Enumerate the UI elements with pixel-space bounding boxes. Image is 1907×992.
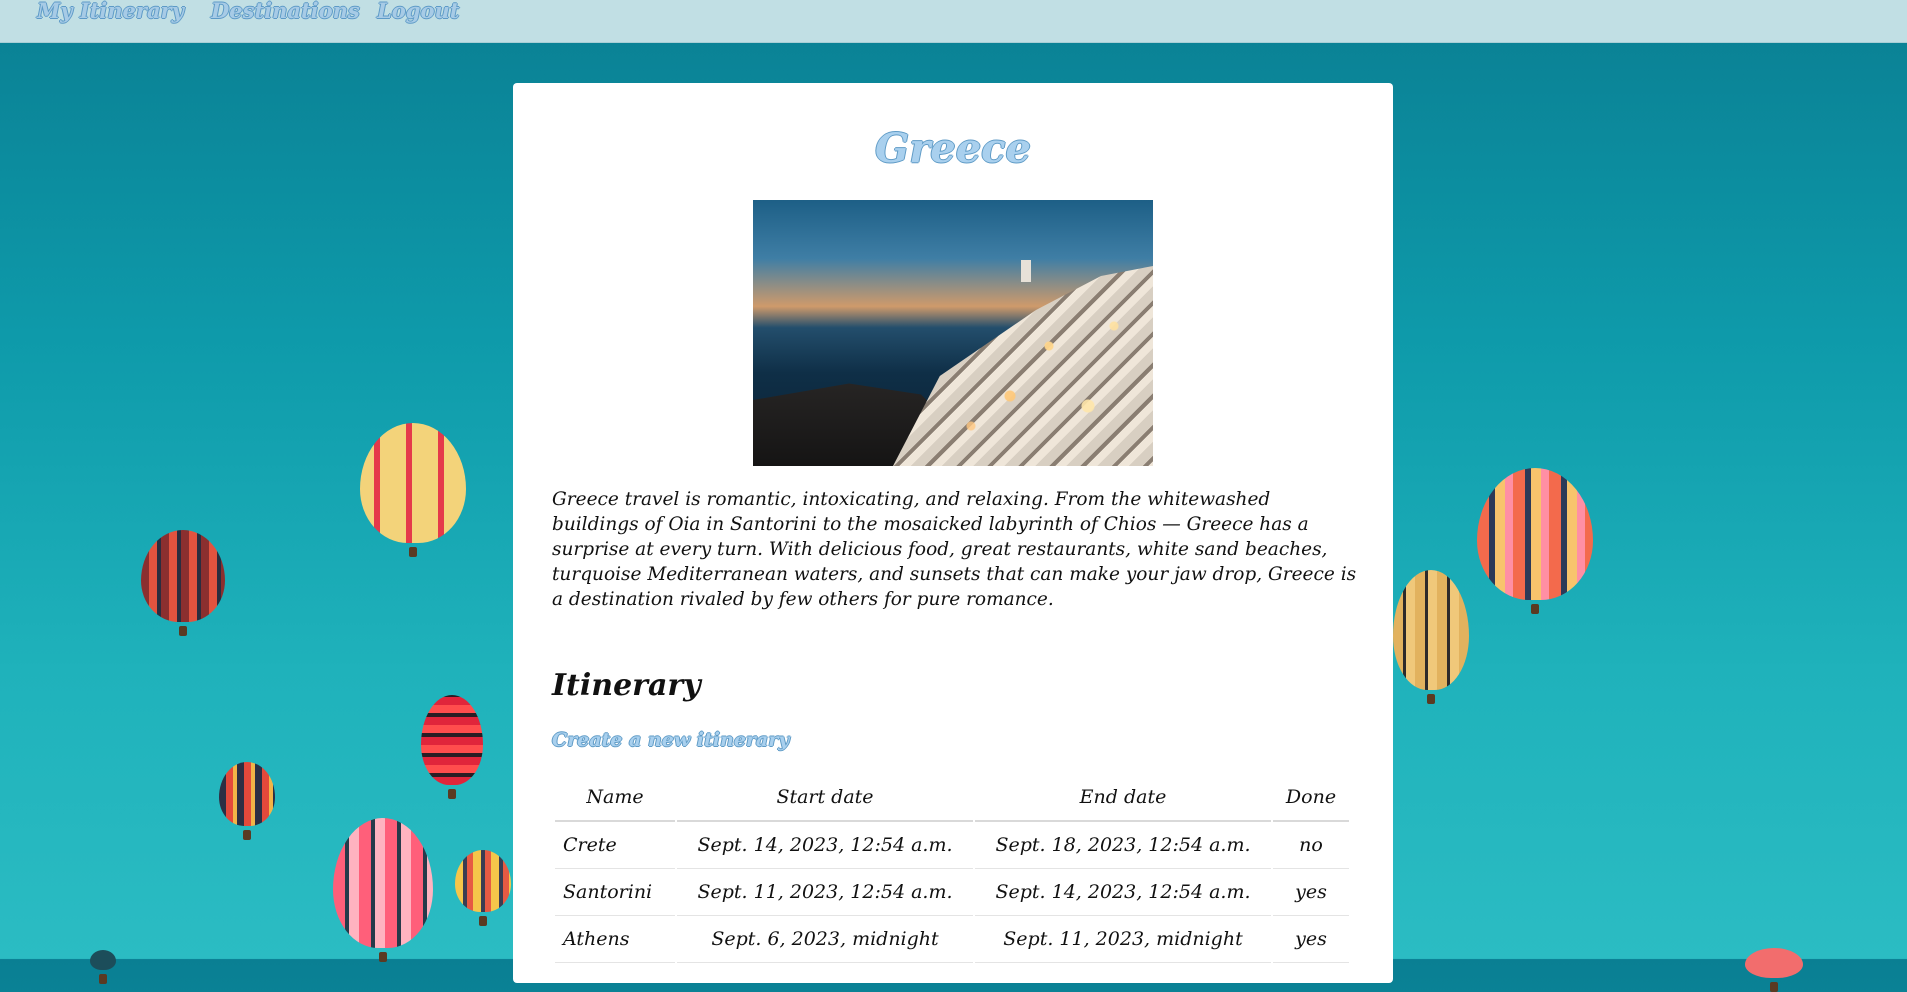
cell-done: no [1273, 822, 1349, 869]
balloon-image [1477, 468, 1593, 600]
photo-town [893, 266, 1153, 466]
column-header-end-date: End date [975, 773, 1271, 822]
balloon-image [1745, 948, 1803, 978]
itinerary-table: Name Start date End date Done Crete Sept… [553, 773, 1351, 963]
balloon-image [455, 850, 511, 912]
cell-start-date: Sept. 6, 2023, midnight [677, 916, 973, 963]
table-header-row: Name Start date End date Done [555, 773, 1349, 822]
destination-title: Greece [875, 125, 1031, 172]
top-navbar: My Itinerary Destinations Logout [0, 0, 1907, 43]
balloon-image [333, 818, 433, 948]
table-row[interactable]: Athens Sept. 6, 2023, midnight Sept. 11,… [555, 916, 1349, 963]
cell-done: yes [1273, 916, 1349, 963]
column-header-name: Name [555, 773, 675, 822]
balloon-image [421, 695, 483, 785]
nav-logout-link[interactable]: Logout [377, 0, 459, 22]
photo-windmill [1021, 260, 1031, 282]
cell-name: Santorini [555, 869, 675, 916]
cell-start-date: Sept. 14, 2023, 12:54 a.m. [677, 822, 973, 869]
cell-start-date: Sept. 11, 2023, 12:54 a.m. [677, 869, 973, 916]
nav-my-itinerary-link[interactable]: My Itinerary [37, 0, 184, 22]
balloon-image [219, 762, 275, 826]
cell-end-date: Sept. 18, 2023, 12:54 a.m. [975, 822, 1271, 869]
create-itinerary-link[interactable]: Create a new itinerary [552, 729, 789, 751]
balloon-image [360, 423, 466, 543]
itinerary-heading: Itinerary [552, 668, 701, 703]
cell-name: Athens [555, 916, 675, 963]
cell-end-date: Sept. 11, 2023, midnight [975, 916, 1271, 963]
cell-done: yes [1273, 869, 1349, 916]
table-row[interactable]: Crete Sept. 14, 2023, 12:54 a.m. Sept. 1… [555, 822, 1349, 869]
column-header-done: Done [1273, 773, 1349, 822]
cell-name: Crete [555, 822, 675, 869]
cell-end-date: Sept. 14, 2023, 12:54 a.m. [975, 869, 1271, 916]
destination-photo [753, 200, 1153, 466]
nav-destinations-link[interactable]: Destinations [211, 0, 360, 22]
column-header-start-date: Start date [677, 773, 973, 822]
table-row[interactable]: Santorini Sept. 11, 2023, 12:54 a.m. Sep… [555, 869, 1349, 916]
destination-description: Greece travel is romantic, intoxicating,… [552, 489, 1357, 610]
balloon-image [1393, 570, 1469, 690]
balloon-image [141, 530, 225, 622]
balloon-image [90, 950, 116, 970]
destination-card: Greece Greece travel is romantic, intoxi… [513, 83, 1393, 983]
